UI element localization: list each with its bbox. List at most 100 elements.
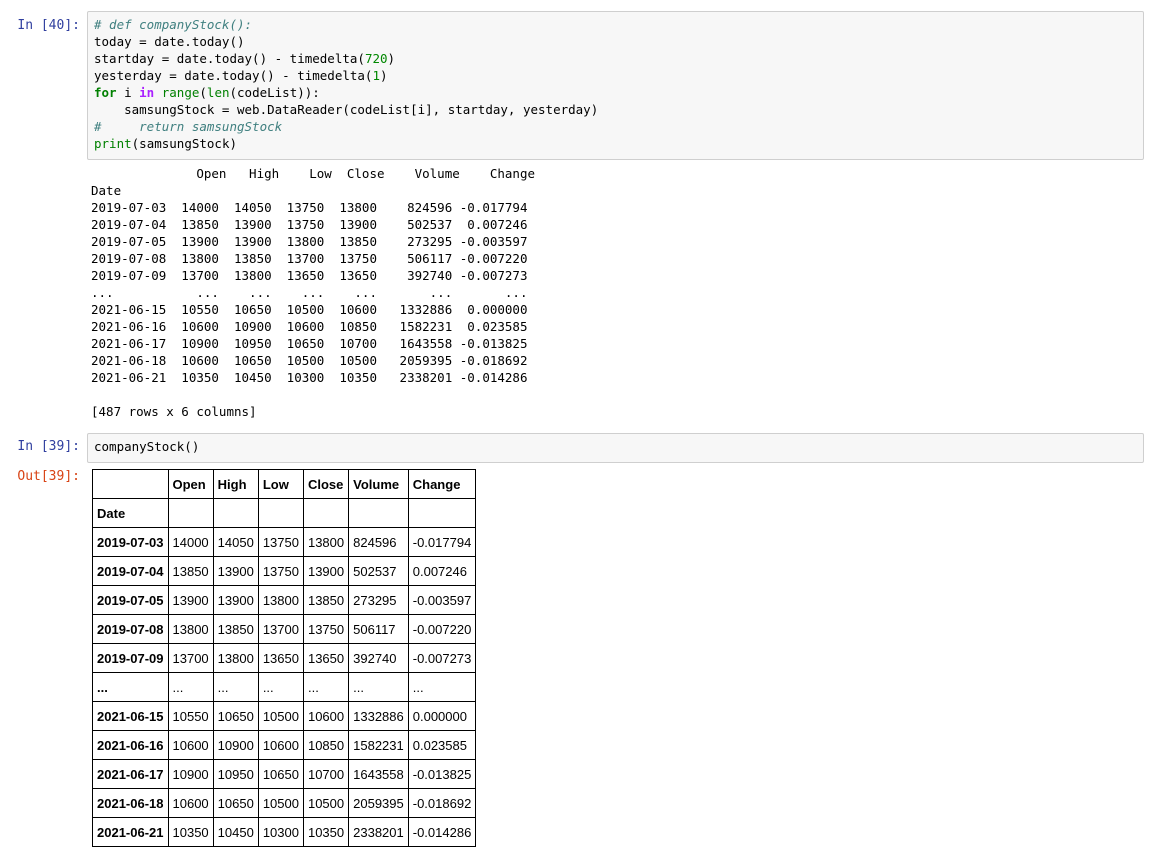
table-cell: 13650 <box>302 643 350 673</box>
table-header-row: Open High Low Close Volume Change <box>92 469 477 499</box>
table-row: 2021-06-18 10600 10650 10500 10500 2059395 -0.… <box>92 788 477 818</box>
row-index: ... <box>92 672 169 702</box>
dataframe-table: Open High Low Close Volume Change Date 2019-07… <box>92 469 477 847</box>
table-row: 2019-07-04 13850 13900 13750 13900 502537 0.00… <box>92 556 477 586</box>
table-row: 2019-07-08 13800 13850 13700 13750 506117 -0.0… <box>92 614 477 644</box>
table-cell: 10700 <box>302 759 350 789</box>
column-header: Open <box>167 469 214 499</box>
code-line-1: # def companyStock(): <box>94 17 253 32</box>
table-cell: 13700 <box>257 614 304 644</box>
code-line-2: today = date.today() <box>94 34 245 49</box>
code-line-7: # return samsungStock <box>94 119 283 134</box>
table-row: 2021-06-21 10350 10450 10300 10350 2338201 -0.… <box>92 817 477 847</box>
table-cell: 13750 <box>257 527 304 557</box>
row-index: 2021-06-17 <box>92 759 169 789</box>
table-cell: 1643558 <box>348 759 409 789</box>
table-cell: 10450 <box>212 817 259 847</box>
table-cell: 392740 <box>348 643 409 673</box>
table-cell: -0.018692 <box>407 788 477 818</box>
table-cell: 13700 <box>167 643 214 673</box>
table-cell: 824596 <box>348 527 409 557</box>
column-header <box>92 469 169 499</box>
table-row: 2019-07-03 14000 14050 13750 13800 824596 -0.0… <box>92 527 477 557</box>
table-cell: 10600 <box>167 730 214 760</box>
code-line-8: print(samsungStock) <box>94 136 237 151</box>
code-cell-39[interactable]: companyStock() <box>87 433 1144 463</box>
row-index: 2019-07-03 <box>92 527 169 557</box>
table-cell: 10600 <box>257 730 304 760</box>
table-cell: -0.013825 <box>407 759 477 789</box>
code-line-6: samsungStock = web.DataReader(codeList[i… <box>94 102 599 117</box>
table-cell: 273295 <box>348 585 409 615</box>
table-cell: 0.007246 <box>407 556 477 586</box>
column-header: High <box>212 469 259 499</box>
table-cell: 0.000000 <box>407 701 477 731</box>
table-cell: 10550 <box>167 701 214 731</box>
code-cell-40[interactable]: # def companyStock(): today = date.today… <box>87 11 1144 160</box>
table-cell: -0.003597 <box>407 585 477 615</box>
table-row: 2021-06-16 10600 10900 10600 10850 1582231 0.0… <box>92 730 477 760</box>
output-line: 2019-07-08 13800 13850 13700 13750 50611… <box>91 251 528 266</box>
table-cell: 0.023585 <box>407 730 477 760</box>
table-cell: 13800 <box>302 527 350 557</box>
table-cell: 13800 <box>257 585 304 615</box>
table-cell: 10500 <box>257 701 304 731</box>
table-row: 2019-07-09 13700 13800 13650 13650 392740 -0.0… <box>92 643 477 673</box>
input-prompt-40: In [40]: <box>17 18 80 33</box>
table-cell: 13900 <box>302 556 350 586</box>
table-cell: 10850 <box>302 730 350 760</box>
row-index: 2019-07-08 <box>92 614 169 644</box>
column-header: Volume <box>348 469 409 499</box>
index-name: Date <box>92 498 169 528</box>
output-line: 2021-06-17 10900 10950 10650 10700 16435… <box>91 336 528 351</box>
row-index: 2019-07-04 <box>92 556 169 586</box>
row-index: 2021-06-18 <box>92 788 169 818</box>
table-cell: 13850 <box>302 585 350 615</box>
table-cell: -0.014286 <box>407 817 477 847</box>
index-name-row: Date <box>92 498 477 528</box>
table-cell: 13650 <box>257 643 304 673</box>
table-cell: 10600 <box>302 701 350 731</box>
table-cell: 13900 <box>212 585 259 615</box>
code-line-4: yesterday = date.today() - timedelta(1) <box>94 68 388 83</box>
table-cell: 13750 <box>257 556 304 586</box>
output-line: 2019-07-09 13700 13800 13650 13650 39274… <box>91 268 528 283</box>
table-cell: 10300 <box>257 817 304 847</box>
output-line: 2021-06-18 10600 10650 10500 10500 20593… <box>91 353 528 368</box>
output-line: Date <box>91 183 122 198</box>
column-header: Low <box>257 469 304 499</box>
table-cell: ... <box>348 672 409 702</box>
table-cell: 2338201 <box>348 817 409 847</box>
table-cell: 13850 <box>212 614 259 644</box>
row-index: 2019-07-05 <box>92 585 169 615</box>
row-index: 2021-06-21 <box>92 817 169 847</box>
output-line: 2019-07-05 13900 13900 13800 13850 27329… <box>91 234 528 249</box>
table-cell: 10950 <box>212 759 259 789</box>
table-cell: 10900 <box>167 759 214 789</box>
empty-header-cell <box>257 498 304 528</box>
table-row: ..................... <box>92 672 477 702</box>
table-cell: 13750 <box>302 614 350 644</box>
row-index: 2021-06-15 <box>92 701 169 731</box>
table-cell: 502537 <box>348 556 409 586</box>
table-row: 2021-06-15 10550 10650 10500 10600 1332886 0.0… <box>92 701 477 731</box>
empty-header-cell <box>302 498 350 528</box>
table-cell: 14000 <box>167 527 214 557</box>
code-line-3: startday = date.today() - timedelta(720) <box>94 51 396 66</box>
table-cell: 13900 <box>167 585 214 615</box>
table-cell: 10650 <box>212 788 259 818</box>
table-cell: 13800 <box>212 643 259 673</box>
table-cell: 10350 <box>302 817 350 847</box>
table-cell: 10500 <box>302 788 350 818</box>
empty-header-cell <box>407 498 477 528</box>
table-cell: 2059395 <box>348 788 409 818</box>
row-index: 2019-07-09 <box>92 643 169 673</box>
table-cell: 10500 <box>257 788 304 818</box>
table-cell: -0.017794 <box>407 527 477 557</box>
output-line: 2021-06-15 10550 10650 10500 10600 13328… <box>91 302 528 317</box>
table-cell: 13800 <box>167 614 214 644</box>
row-index: 2021-06-16 <box>92 730 169 760</box>
table-cell: 1332886 <box>348 701 409 731</box>
table-cell: 10650 <box>257 759 304 789</box>
